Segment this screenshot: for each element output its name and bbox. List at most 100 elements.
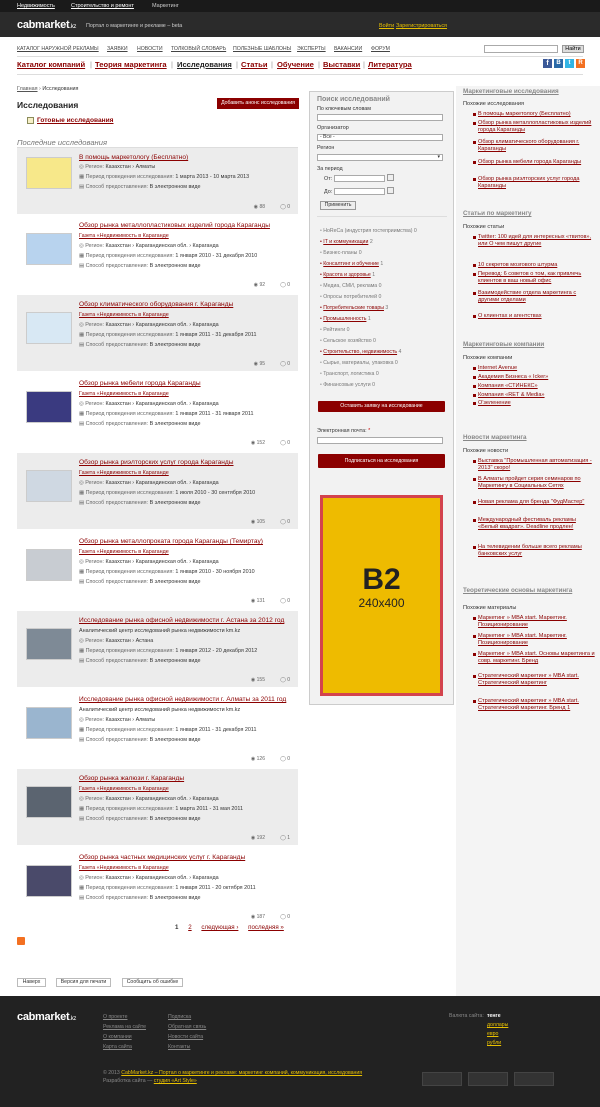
topbar-link-construction[interactable]: Строительство и ремонт [71,3,134,9]
order-research-button[interactable]: Оставить заявку на исследование [318,401,445,412]
research-thumbnail[interactable] [26,233,72,265]
organizer-select[interactable]: - Все - [317,134,443,141]
related-link[interactable]: Стратегический маркетинг » MBA start. Ст… [478,673,596,687]
subnav-theory[interactable]: Теория маркетинга [95,60,167,69]
footer-site-news[interactable]: Новости сайта [168,1034,203,1040]
category-item[interactable]: • IT и коммуникации 2 [320,239,373,245]
print-version-button[interactable]: Версия для печати [56,978,111,987]
search-input[interactable] [484,45,558,53]
related-link[interactable]: Стратегический маркетинг » MBA start. Ст… [478,698,596,712]
related-link[interactable]: Обзор рынка мебели города Караганды [478,159,596,166]
copyright-link[interactable]: CabMarket.kz – Портал о маркетинге и рек… [121,1070,362,1076]
currency-euro[interactable]: евро [487,1031,498,1037]
site-logo[interactable]: cabmarket.kz [17,19,76,31]
research-thumbnail[interactable] [26,786,72,818]
right-section-heading[interactable]: Маркетинговые компании [463,341,544,348]
research-author[interactable]: Газета «Недвижимость в Караганде [79,549,169,555]
related-link[interactable]: Компания «RET & Media» [478,392,596,399]
category-item[interactable]: • Опросы потребителей 0 [320,294,381,300]
category-item[interactable]: • Транспорт, логистика 0 [320,371,379,377]
category-item[interactable]: • HoReCa (индустрия гостеприимства) 0 [320,228,417,234]
research-author[interactable]: Газета «Недвижимость в Караганде [79,865,169,871]
related-link[interactable]: На телевидении больше всего рекламы банк… [478,544,596,558]
related-link[interactable]: Маркетинг » MBA start. Маркетинг. Позици… [478,633,596,647]
research-title-link[interactable]: Обзор рынка мебели города Караганды [79,380,201,387]
research-thumbnail[interactable] [26,628,72,660]
search-button[interactable]: Найти [562,45,584,53]
category-item[interactable]: • Финансовые услуги 0 [320,382,375,388]
rss-feed-icon[interactable] [17,937,25,945]
footer-contacts[interactable]: Контакты [168,1044,190,1050]
research-title-link[interactable]: Обзор рынка жалюзи г. Караганды [79,775,184,782]
nav-requests[interactable]: ЗАЯВКИ [107,46,128,52]
related-link[interactable]: Twitter: 100 идей для интересных «твитов… [478,234,596,248]
apply-filter-button[interactable]: Применить [320,201,356,210]
category-item[interactable]: • Промышленность 1 [320,316,371,322]
footer-logo[interactable]: cabmarket.kz [17,1011,76,1023]
research-title-link[interactable]: Обзор рынка риэлторских услуг города Кар… [79,459,234,466]
subscribe-button[interactable]: Подписаться на исследования [318,454,445,468]
related-link[interactable]: В Алматы пройдет серия семинаров по Марк… [478,476,596,490]
subnav-literature[interactable]: Литература [368,60,412,69]
footer-company[interactable]: О компании [103,1034,132,1040]
login-link[interactable]: Войти [379,23,394,29]
vkontakte-icon[interactable]: B [554,59,563,68]
nav-outdoor-catalog[interactable]: КАТАЛОГ НАРУЖНОЙ РЕКЛАМЫ [17,46,99,52]
scroll-top-button[interactable]: Наверх [17,978,46,987]
developer-link[interactable]: студия «Art Style» [154,1078,197,1084]
rss-icon[interactable]: R [576,59,585,68]
category-link[interactable]: Промышленность [323,316,366,322]
research-author[interactable]: Газета «Недвижимость в Караганде [79,233,169,239]
calendar-icon[interactable] [387,174,394,181]
category-item[interactable]: • Сельское хозяйство 0 [320,338,376,344]
subnav-exhibitions[interactable]: Выставки [323,60,360,69]
category-item[interactable]: • Рейтинги 0 [320,327,350,333]
right-section-heading[interactable]: Новости маркетинга [463,434,527,441]
research-title-link[interactable]: Обзор рынка металлопластиковых изделий г… [79,222,270,229]
right-section-heading[interactable]: Маркетинговые исследования [463,88,559,95]
related-link[interactable]: 10 секретов мозгового штурма [478,262,596,269]
category-link[interactable]: Консалтинг и обучение [323,261,379,267]
category-link[interactable]: Потребительские товары [323,305,384,311]
topbar-link-marketing[interactable]: Маркетинг [152,3,179,9]
research-thumbnail[interactable] [26,549,72,581]
subnav-education[interactable]: Обучение [277,60,314,69]
related-link[interactable]: О клиентах и агентствах [478,313,596,320]
category-item[interactable]: • Сырье, материалы, упаковка 0 [320,360,398,366]
footer-about[interactable]: О проекте [103,1014,127,1020]
related-link[interactable]: В помощь маркетологу (Бесплатно) [478,111,596,118]
research-title-link[interactable]: Исследование рынка офисной недвижимости … [79,617,284,624]
email-input[interactable] [317,437,443,444]
ready-research-link[interactable]: Готовые исследования [37,117,114,124]
footer-sitemap[interactable]: Карта сайта [103,1044,132,1050]
related-link[interactable]: Маркетинг » MBA start. Маркетинг. Позици… [478,615,596,629]
footer-advertising[interactable]: Реклама на сайте [103,1024,146,1030]
currency-dollars[interactable]: доллары [487,1022,508,1028]
related-link[interactable]: Маркетинг » MBA start. Основы маркетинга… [478,651,596,665]
facebook-icon[interactable]: f [543,59,552,68]
nav-dictionary[interactable]: ТОЛКОВЫЙ СЛОВАРЬ [171,46,226,52]
nav-vacancies[interactable]: ВАКАНСИИ [334,46,362,52]
subnav-articles[interactable]: Статьи [241,60,267,69]
region-select[interactable]: ▾ [317,154,443,161]
research-title-link[interactable]: В помощь маркетологу (Бесплатно) [79,154,188,161]
footer-subscription[interactable]: Подписка [168,1014,191,1020]
research-author[interactable]: Газета «Недвижимость в Караганде [79,312,169,318]
research-author[interactable]: Газета «Недвижимость в Караганде [79,470,169,476]
category-link[interactable]: IT и коммуникации [323,239,368,245]
keywords-input[interactable] [317,114,443,121]
research-author[interactable]: Газета «Недвижимость в Караганде [79,391,169,397]
report-error-button[interactable]: Сообщить об ошибке [122,978,183,987]
category-item[interactable]: • Потребительские товары 3 [320,305,388,311]
last-page-link[interactable]: последняя » [248,924,284,931]
footer-feedback[interactable]: Обратная связь [168,1024,206,1030]
nav-experts[interactable]: ЭКСПЕРТЫ [297,46,326,52]
subnav-companies[interactable]: Каталог компаний [17,60,85,69]
research-author[interactable]: Газета «Недвижимость в Караганде [79,786,169,792]
topbar-link-realty[interactable]: Недвижимость [17,3,55,9]
add-research-button[interactable]: Добавить анонс исследования [217,98,299,109]
nav-news[interactable]: НОВОСТИ [137,46,163,52]
category-item[interactable]: • Медиа, СМИ, реклама 0 [320,283,382,289]
related-link[interactable]: Обзор рынка металлопластиковых изделий г… [478,120,596,134]
research-title-link[interactable]: Исследование рынка офисной недвижимости … [79,696,286,703]
